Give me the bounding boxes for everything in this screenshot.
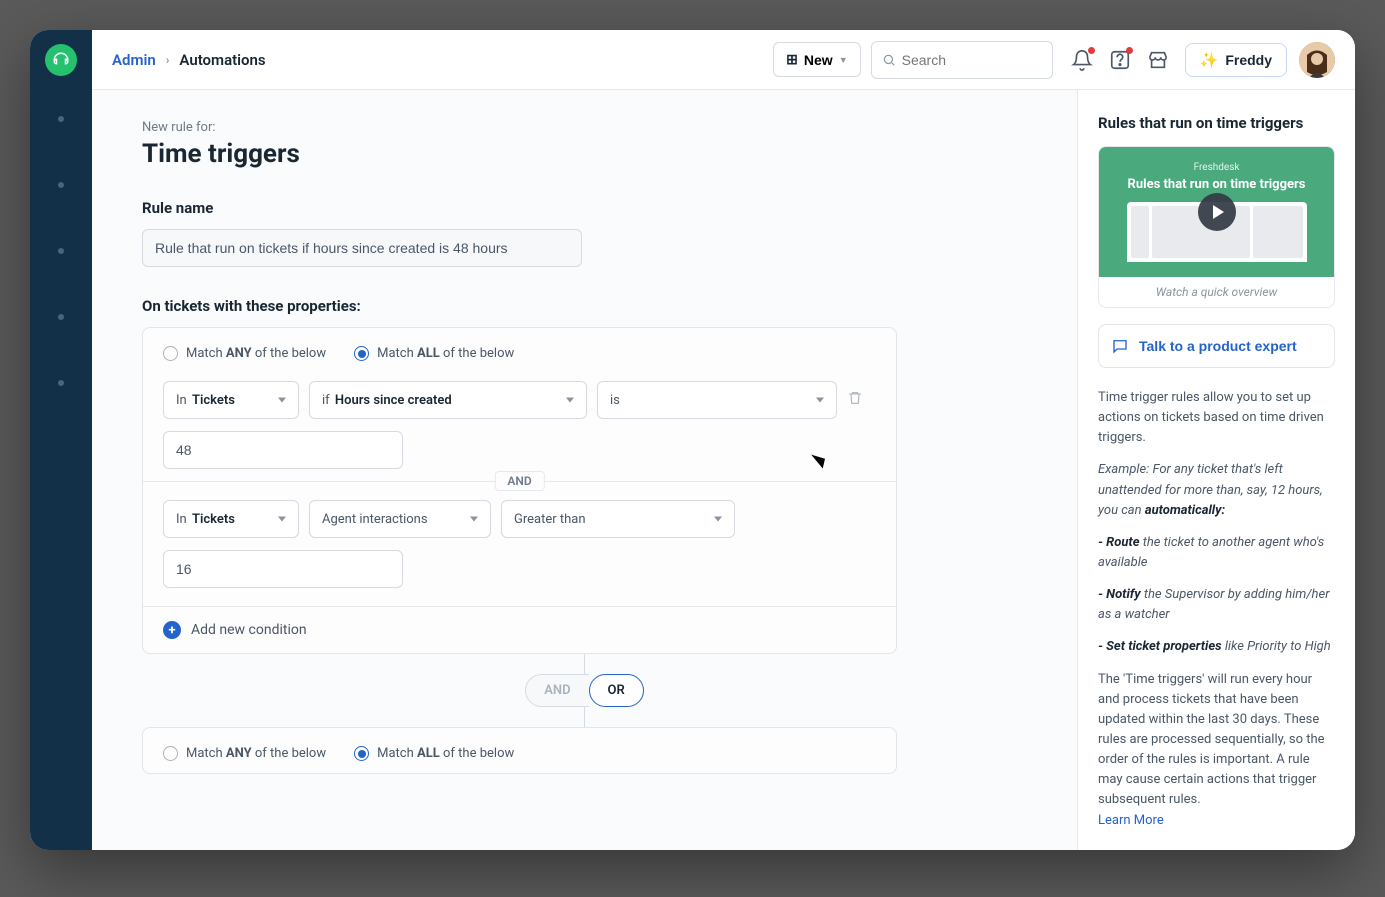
learn-more-link[interactable]: Learn More	[1098, 813, 1164, 828]
marketplace-button[interactable]	[1139, 41, 1177, 79]
video-caption: Watch a quick overview	[1099, 277, 1334, 307]
notification-badge	[1088, 47, 1095, 54]
match-all-radio[interactable]: Match ALL of the below	[354, 346, 514, 361]
help-text: - Notify the Supervisor by adding him/he…	[1098, 585, 1335, 625]
breadcrumb: Admin › Automations	[112, 51, 266, 69]
search-icon	[882, 52, 896, 68]
condition-value-input[interactable]	[163, 431, 403, 469]
block-connector: AND OR	[207, 654, 962, 727]
rule-name-label: Rule name	[142, 199, 1027, 217]
radio-checked-icon	[354, 746, 369, 761]
radio-unchecked-icon	[163, 346, 178, 361]
sidebar	[30, 30, 92, 850]
trash-icon	[847, 389, 863, 407]
add-condition-button[interactable]: + Add new condition	[143, 606, 896, 653]
search-input[interactable]	[902, 52, 1042, 68]
chevron-right-icon: ›	[166, 53, 170, 67]
help-text: - Route the ticket to another agent who'…	[1098, 533, 1335, 573]
help-text: - Set ticket properties like Priority to…	[1098, 637, 1335, 657]
nav-item[interactable]	[58, 116, 64, 122]
rule-name-input[interactable]	[142, 229, 582, 267]
topbar: Admin › Automations ⊞ New ▼	[92, 30, 1355, 90]
pre-title: New rule for:	[142, 120, 1027, 135]
condition-scope-select[interactable]: In Tickets	[163, 500, 299, 538]
condition-scope-select[interactable]: In Tickets	[163, 381, 299, 419]
radio-unchecked-icon	[163, 746, 178, 761]
new-button[interactable]: ⊞ New ▼	[773, 42, 860, 77]
sparkle-icon: ✨	[1200, 51, 1219, 69]
delete-condition-button[interactable]	[847, 389, 863, 411]
match-all-radio[interactable]: Match ALL of the below	[354, 746, 514, 761]
help-text: Time trigger rules allow you to set up a…	[1098, 388, 1335, 448]
chat-icon	[1111, 337, 1129, 355]
content-main: New rule for: Time triggers Rule name On…	[92, 90, 1077, 850]
nav-item[interactable]	[58, 314, 64, 320]
nav-item[interactable]	[58, 380, 64, 386]
user-avatar[interactable]	[1299, 42, 1335, 78]
breadcrumb-root[interactable]: Admin	[112, 51, 156, 69]
play-icon	[1198, 193, 1236, 231]
connector-and-pill[interactable]: AND	[525, 674, 588, 707]
and-divider: AND	[143, 481, 896, 482]
condition-field-select[interactable]: if Hours since created	[309, 381, 587, 419]
conditions-card: Match ANY of the below Match ALL of the …	[142, 327, 897, 654]
search-box[interactable]	[871, 41, 1053, 79]
condition-field-select[interactable]: Agent interactions	[309, 500, 491, 538]
help-button[interactable]	[1101, 41, 1139, 79]
condition-operator-select[interactable]: Greater than	[501, 500, 735, 538]
radio-checked-icon	[354, 346, 369, 361]
condition-operator-select[interactable]: is	[597, 381, 837, 419]
nav-item[interactable]	[58, 248, 64, 254]
chevron-down-icon: ▼	[839, 55, 848, 65]
page-title: Time triggers	[142, 139, 1027, 169]
help-text: The 'Time triggers' will run every hour …	[1098, 670, 1335, 831]
notifications-button[interactable]	[1063, 41, 1101, 79]
match-any-radio[interactable]: Match ANY of the below	[163, 746, 326, 761]
freddy-button[interactable]: ✨ Freddy	[1185, 43, 1287, 77]
help-panel: Rules that run on time triggers Freshdes…	[1077, 90, 1355, 850]
help-text: Example: For any ticket that's left unat…	[1098, 460, 1335, 520]
plus-circle-icon: +	[163, 621, 181, 639]
app-logo[interactable]	[45, 44, 77, 76]
store-icon	[1147, 49, 1169, 71]
match-any-radio[interactable]: Match ANY of the below	[163, 346, 326, 361]
nav-item[interactable]	[58, 182, 64, 188]
breadcrumb-current: Automations	[179, 51, 265, 69]
talk-to-expert-button[interactable]: Talk to a product expert	[1098, 324, 1335, 368]
condition-value-input[interactable]	[163, 550, 403, 588]
conditions-label: On tickets with these properties:	[142, 297, 1027, 315]
video-card[interactable]: Freshdesk Rules that run on time trigger…	[1098, 146, 1335, 308]
help-heading: Rules that run on time triggers	[1098, 114, 1335, 132]
help-badge	[1126, 47, 1133, 54]
conditions-card: Match ANY of the below Match ALL of the …	[142, 727, 897, 774]
connector-or-pill[interactable]: OR	[589, 674, 644, 707]
plus-icon: ⊞	[786, 51, 798, 68]
